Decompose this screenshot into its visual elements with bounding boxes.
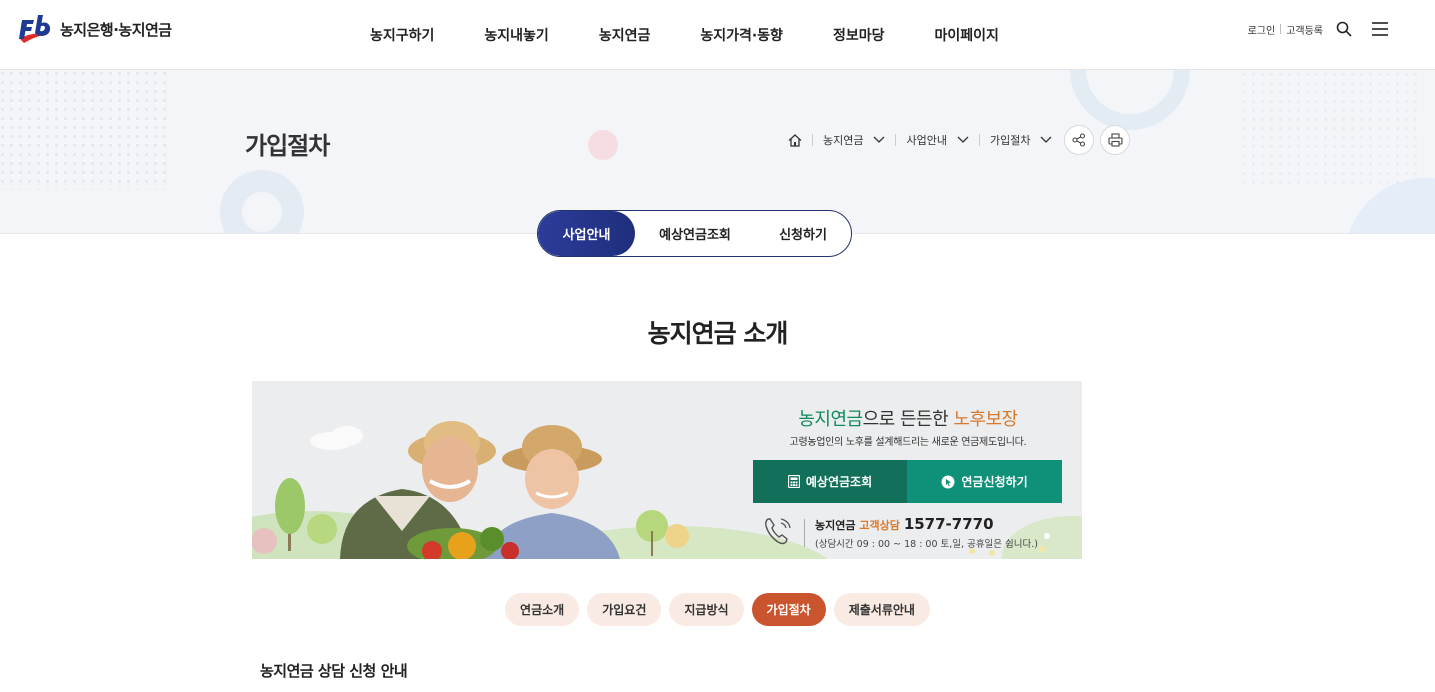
tab-business-info[interactable]: 사업안내	[538, 211, 635, 256]
login-link[interactable]: 로그인	[1248, 22, 1276, 37]
tab-apply[interactable]: 신청하기	[755, 211, 851, 256]
nav-item-list-farmland[interactable]: 농지내놓기	[484, 25, 548, 45]
nav-item-find-farmland[interactable]: 농지구하기	[370, 25, 434, 45]
customer-call-info: 농지연금 고객상담 1577-7770 (상담시간 09 : 00 ~ 18 : …	[762, 515, 1038, 551]
site-logo[interactable]: 농지은행·농지연금	[16, 12, 172, 46]
banner-title-highlight: 노후보장	[953, 409, 1018, 430]
register-link[interactable]: 고객등록	[1286, 22, 1323, 37]
tab-estimate-pension[interactable]: 예상연금조회	[635, 211, 755, 256]
content-subheading: 농지연금 상담 신청 안내	[260, 662, 408, 680]
nav-item-farmland-pension[interactable]: 농지연금	[599, 25, 651, 45]
share-icon[interactable]	[1064, 125, 1095, 155]
main-nav: 농지구하기 농지내놓기 농지연금 농지가격·동향 정보마당 마이페이지	[345, 0, 1024, 70]
banner-title-middle: 으로 든든한	[862, 409, 954, 430]
nav-item-info[interactable]: 정보마당	[833, 25, 885, 45]
home-icon[interactable]	[788, 133, 802, 147]
breadcrumb-label: 농지연금	[823, 134, 864, 147]
subtab-eligibility[interactable]: 가입요건	[587, 593, 662, 626]
breadcrumb-label: 가입절차	[989, 134, 1031, 147]
breadcrumb-item-pension[interactable]: 농지연금	[823, 132, 885, 148]
call-label: 고객상담	[859, 519, 900, 532]
hero-decoration	[220, 170, 304, 233]
sub-tabs: 연금소개 가입요건 지급방식 가입절차 제출서류안내	[0, 593, 1435, 626]
apply-pension-label: 연금신청하기	[961, 475, 1028, 489]
breadcrumb-label: 사업안내	[906, 134, 947, 147]
call-divider	[804, 519, 805, 547]
phone-icon	[762, 515, 794, 551]
banner-title: 농지연금으로 든든한 노후보장	[753, 405, 1063, 431]
breadcrumb-divider	[895, 134, 897, 146]
section-title: 농지연금 소개	[647, 319, 789, 348]
section-tabs: 사업안내 예상연금조회 신청하기	[537, 210, 852, 257]
print-icon[interactable]	[1100, 125, 1131, 155]
apply-pension-button[interactable]: 연금신청하기	[907, 460, 1062, 503]
call-hours: (상담시간 09 : 00 ~ 18 : 00 토,일, 공휴일은 쉽니다.)	[815, 539, 1039, 550]
calculator-icon	[787, 475, 800, 488]
site-name: 농지은행·농지연금	[60, 20, 172, 39]
breadcrumb-divider	[812, 134, 813, 146]
subtab-documents[interactable]: 제출서류안내	[833, 593, 930, 626]
call-brand: 농지연금	[815, 519, 856, 532]
search-icon[interactable]	[1333, 18, 1355, 40]
subtab-payment-method[interactable]: 지급방식	[669, 593, 744, 626]
hero-decoration	[588, 130, 618, 160]
subtab-pension-intro[interactable]: 연금소개	[505, 593, 580, 626]
breadcrumb-item-procedure[interactable]: 가입절차	[990, 132, 1052, 148]
banner-title-brand: 농지연금	[798, 409, 863, 430]
chevron-down-icon	[1040, 136, 1052, 143]
nav-item-mypage[interactable]: 마이페이지	[934, 25, 998, 45]
breadcrumb-item-business[interactable]: 사업안내	[906, 132, 969, 148]
subtab-procedure[interactable]: 가입절차	[751, 593, 826, 626]
estimate-pension-button[interactable]: 예상연금조회	[753, 460, 907, 503]
page-title: 가입절차	[245, 132, 330, 160]
nav-item-farmland-price[interactable]: 농지가격·동향	[700, 25, 783, 45]
estimate-pension-label: 예상연금조회	[805, 475, 873, 489]
call-number[interactable]: 1577-7770	[904, 515, 994, 533]
hero-decoration	[1070, 70, 1190, 130]
util-divider	[1280, 24, 1282, 34]
call-headline: 농지연금 고객상담 1577-7770	[815, 515, 1038, 533]
breadcrumb: 농지연금 사업안내 가입절차	[788, 125, 1131, 155]
chevron-down-icon	[957, 136, 969, 143]
hamburger-icon[interactable]	[1369, 18, 1391, 40]
chevron-down-icon	[874, 136, 885, 143]
cursor-icon	[941, 475, 955, 489]
breadcrumb-divider	[978, 134, 980, 146]
hero-decoration	[1240, 70, 1420, 190]
call-text: 농지연금 고객상담 1577-7770 (상담시간 09 : 00 ~ 18 : …	[815, 515, 1038, 550]
banner-subtitle: 고령농업인의 노후를 설계해드리는 새로운 연금제도입니다.	[789, 437, 1027, 448]
utility-menu: 로그인 고객등록	[1248, 18, 1391, 40]
site-header: 농지은행·농지연금 농지구하기 농지내놓기 농지연금 농지가격·동향 정보마당 …	[0, 0, 1435, 70]
hero-decoration	[0, 70, 170, 190]
fb-logo-icon	[16, 12, 54, 46]
